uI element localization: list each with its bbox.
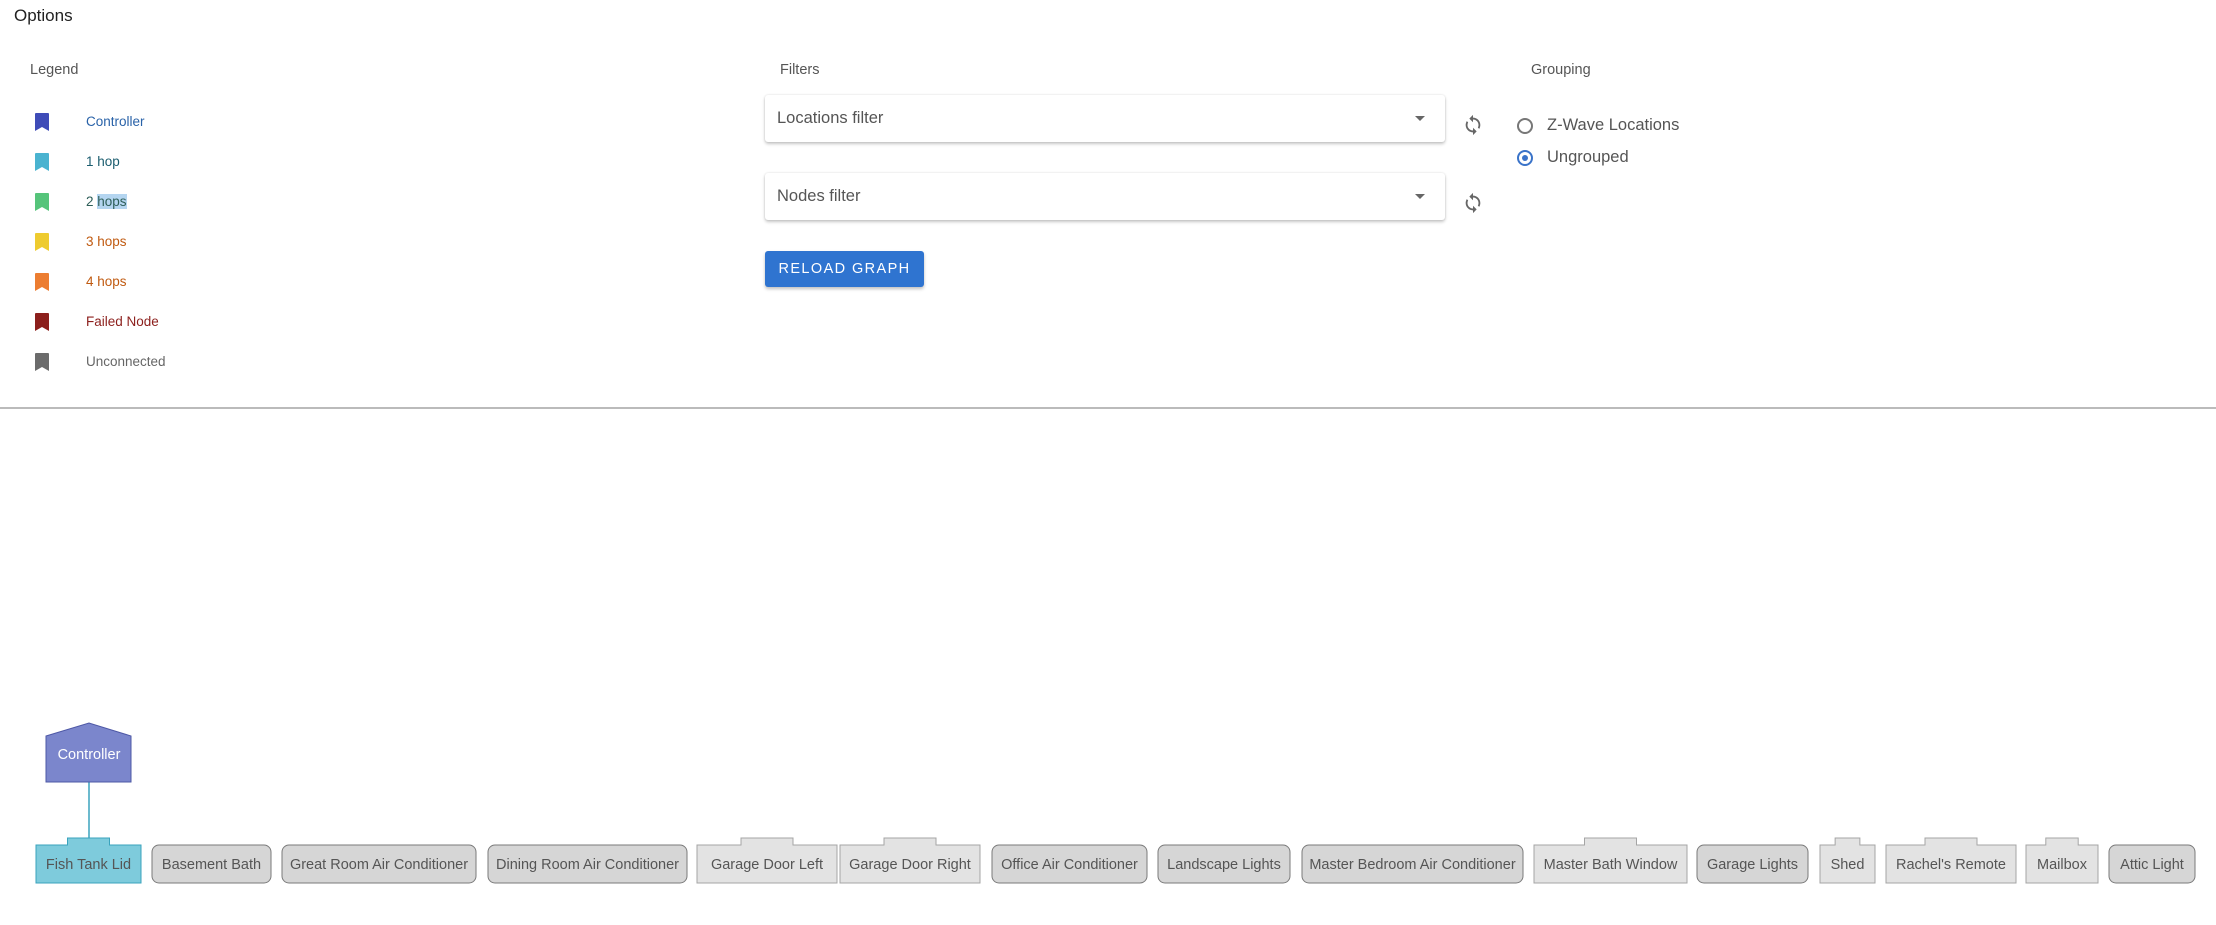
graph-node-label: Basement Bath	[162, 857, 261, 873]
graph-node-label: Mailbox	[2037, 857, 2088, 873]
graph-node-label: Office Air Conditioner	[1001, 857, 1138, 873]
graph-node-label: Attic Light	[2120, 857, 2184, 873]
graph-node-label: Fish Tank Lid	[46, 857, 131, 873]
graph-node-label: Dining Room Air Conditioner	[496, 857, 679, 873]
graph-node-label: Shed	[1831, 857, 1865, 873]
graph-node-label: Garage Lights	[1707, 857, 1798, 873]
graph-node-label: Garage Door Right	[849, 857, 971, 873]
graph-node-label: Landscape Lights	[1167, 857, 1281, 873]
network-graph: Controller Fish Tank Lid Basement Bath Grea…	[35, 722, 2196, 884]
graph-node-label: Rachel's Remote	[1896, 857, 2006, 873]
graph-node-label: Garage Door Left	[711, 857, 823, 873]
graph-node-label: Master Bedroom Air Conditioner	[1309, 857, 1515, 873]
graph-node-label: Master Bath Window	[1544, 857, 1678, 873]
controller-label: Controller	[58, 747, 121, 763]
graph-node-label: Great Room Air Conditioner	[290, 857, 468, 873]
